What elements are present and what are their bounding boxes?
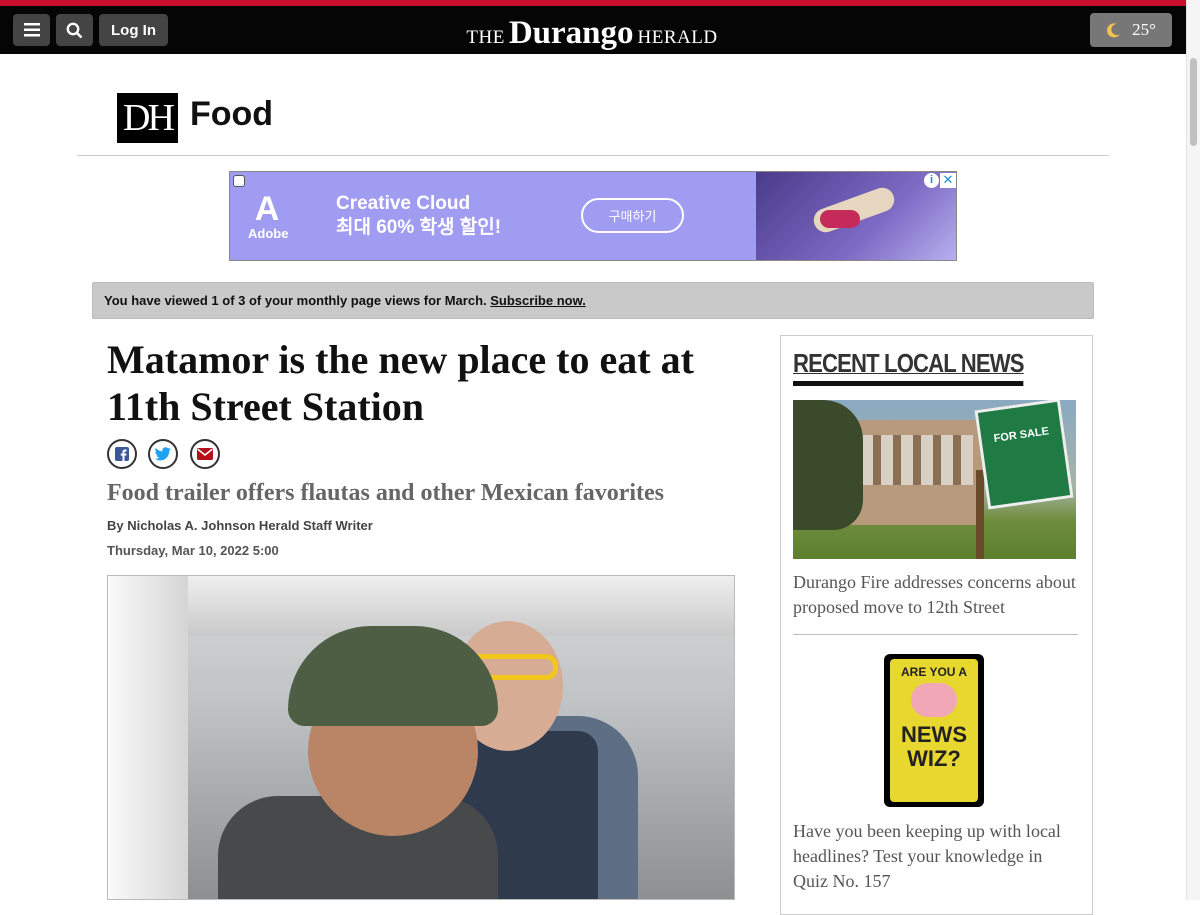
image-for-sale-sign: FOR SALE (974, 400, 1074, 510)
recent-local-news-sidebar: RECENT LOCAL NEWS FOR SALE Durango Fire … (780, 335, 1093, 915)
advertisement-banner[interactable]: A Adobe Creative Cloud 최대 60% 학생 할인! 구매하… (229, 171, 957, 261)
weather-widget[interactable]: 25° (1090, 13, 1172, 47)
share-email-button[interactable] (190, 439, 220, 469)
sign-text: FOR SALE (992, 425, 1050, 445)
search-button[interactable] (56, 14, 93, 46)
moon-icon (1107, 23, 1121, 38)
ad-info-icon[interactable]: i (924, 173, 939, 188)
photo-window-frame (108, 576, 188, 899)
brain-icon (911, 683, 957, 717)
hamburger-menu-icon (23, 23, 40, 37)
adobe-logo: A Adobe (248, 190, 289, 244)
quiz-badge-top: ARE YOU A (900, 665, 967, 679)
page-view-meter: You have viewed 1 of 3 of your monthly p… (92, 282, 1094, 319)
sidebar-title: RECENT LOCAL NEWS (793, 348, 1025, 386)
ad-brand: Adobe (248, 226, 289, 241)
subscribe-link[interactable]: Subscribe now. (490, 293, 586, 308)
ad-line-1: Creative Cloud (336, 193, 471, 214)
top-navigation-bar: Log In THE Durango HERALD 25° (0, 6, 1186, 54)
adobe-a-icon: A (254, 190, 280, 228)
weather-temperature: 25° (1132, 20, 1156, 39)
image-sign-post (976, 470, 984, 559)
article-headline: Matamor is the new place to eat at 11th … (107, 337, 694, 429)
page-scrollbar[interactable] (1186, 0, 1200, 900)
quiz-badge-bottom: NEWS WIZ? (901, 722, 967, 771)
search-icon (66, 22, 83, 38)
ad-line-2: 최대 60% 학생 할인! (336, 217, 502, 238)
news-wiz-quiz-image[interactable]: ARE YOU A NEWS WIZ? (884, 654, 984, 807)
menu-button[interactable] (13, 14, 50, 46)
story-image-for-sale[interactable]: FOR SALE (793, 400, 1076, 559)
article-byline[interactable]: By Nicholas A. Johnson Herald Staff Writ… (107, 518, 373, 533)
article-subheadline: Food trailer offers flautas and other Me… (107, 480, 665, 506)
twitter-icon (155, 447, 171, 461)
dancer-skirt (820, 210, 860, 228)
image-building-windows (853, 435, 973, 485)
article-lead-photo[interactable] (107, 575, 735, 900)
masthead-durango: Durango (508, 15, 634, 51)
facebook-icon (115, 447, 129, 461)
section-header: DH Food (77, 76, 1109, 156)
quiz-badge: ARE YOU A NEWS WIZ? (890, 659, 978, 802)
masthead-herald: HERALD (637, 27, 718, 48)
login-button[interactable]: Log In (99, 14, 168, 46)
quiz-headline-link[interactable]: Have you been keeping up with local head… (793, 819, 1078, 894)
ad-privacy-icon[interactable] (233, 175, 245, 187)
dh-logo[interactable]: DH (117, 93, 178, 143)
sidebar-divider (793, 634, 1078, 635)
email-icon (197, 448, 213, 460)
site-masthead-logo[interactable]: THE Durango HERALD (442, 15, 742, 52)
masthead-the: THE (466, 27, 505, 48)
story-headline-link[interactable]: Durango Fire addresses concerns about pr… (793, 570, 1078, 620)
section-title[interactable]: Food (190, 95, 273, 134)
photo-green-cap (288, 626, 498, 726)
share-twitter-button[interactable] (148, 439, 178, 469)
ad-cta-button[interactable]: 구매하기 (581, 198, 684, 233)
scrollbar-thumb[interactable] (1190, 58, 1197, 146)
ad-close-icon[interactable]: ✕ (940, 173, 956, 188)
article-date: Thursday, Mar 10, 2022 5:00 (107, 543, 279, 558)
ad-text: Creative Cloud 최대 60% 학생 할인! (336, 192, 501, 240)
image-tree (793, 400, 863, 530)
meter-text: You have viewed 1 of 3 of your monthly p… (104, 293, 487, 308)
share-facebook-button[interactable] (107, 439, 137, 469)
